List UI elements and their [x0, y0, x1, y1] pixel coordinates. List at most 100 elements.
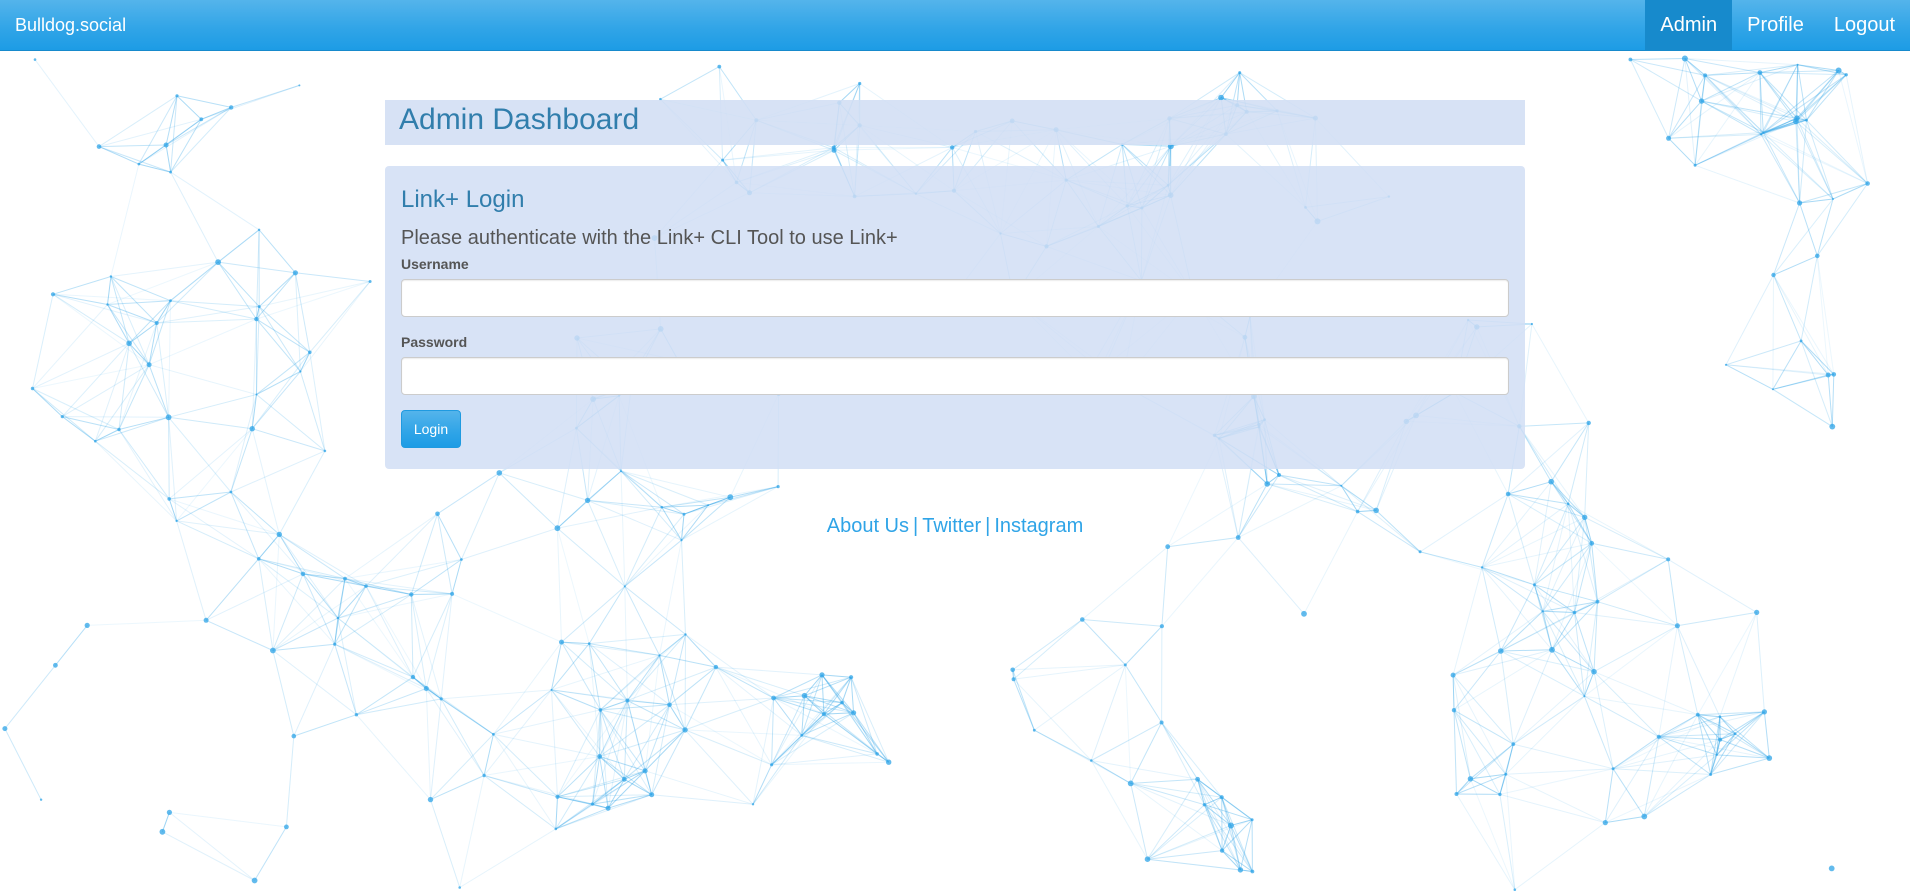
network-node: [439, 697, 443, 701]
network-node: [291, 733, 297, 739]
brand-link[interactable]: Bulldog.social: [15, 0, 126, 51]
network-edge: [168, 416, 253, 430]
network-node: [1237, 867, 1244, 873]
network-node: [1674, 623, 1680, 629]
network-edge: [272, 578, 346, 651]
network-node: [1548, 478, 1554, 485]
network-edge: [1124, 664, 1163, 723]
network-edge: [1505, 695, 1585, 775]
network-node: [94, 439, 97, 443]
network-edge: [1081, 546, 1169, 620]
network-node: [1451, 708, 1457, 713]
network-edge: [1593, 625, 1678, 673]
network-edge: [1799, 183, 1868, 204]
network-node: [1159, 720, 1164, 725]
network-node: [1583, 695, 1586, 698]
network-edge: [170, 171, 260, 231]
network-node: [555, 794, 560, 799]
network-node: [1771, 272, 1776, 278]
network-edge: [218, 261, 296, 274]
username-label: Username: [401, 256, 469, 272]
network-edge: [1452, 674, 1514, 745]
network-edge: [1795, 121, 1834, 200]
network-node: [1355, 509, 1360, 514]
network-edge: [1694, 164, 1800, 204]
network-edge: [1668, 72, 1761, 139]
network-edge: [295, 272, 371, 282]
network-node: [215, 259, 222, 265]
network-edge: [684, 729, 754, 805]
network-node: [249, 426, 255, 432]
login-button[interactable]: Login: [401, 410, 461, 448]
footer-link-twitter[interactable]: Twitter: [922, 515, 981, 537]
username-input[interactable]: [401, 279, 1509, 317]
network-edge: [1469, 778, 1516, 890]
network-node: [642, 768, 648, 774]
network-edge: [430, 698, 442, 800]
network-edge: [620, 470, 663, 508]
network-node: [1202, 803, 1207, 807]
network-node: [1080, 617, 1085, 622]
network-edge: [1161, 722, 1223, 798]
network-node: [1805, 118, 1808, 122]
network-edge: [1513, 695, 1585, 745]
footer-link-instagram[interactable]: Instagram: [994, 515, 1083, 537]
network-node: [336, 616, 340, 620]
network-node: [1709, 773, 1713, 776]
network-node: [256, 557, 261, 561]
network-node: [169, 170, 173, 174]
network-node: [167, 497, 171, 501]
network-node: [229, 490, 233, 494]
network-node: [1718, 737, 1723, 742]
network-edge: [1604, 768, 1614, 823]
network-edge: [1630, 58, 1685, 60]
network-edge: [1816, 198, 1834, 257]
network-node: [680, 539, 683, 542]
network-edge: [624, 586, 686, 635]
network-node: [717, 64, 722, 69]
network-node: [713, 664, 719, 670]
network-node: [550, 688, 553, 691]
network-edge: [32, 388, 96, 442]
footer-separator: |: [985, 515, 991, 537]
network-edge: [451, 593, 562, 643]
network-node: [1757, 70, 1763, 75]
network-node: [598, 708, 603, 712]
network-node: [1219, 795, 1224, 800]
network-edge: [1130, 778, 1198, 784]
network-edge: [1499, 768, 1614, 795]
network-node: [117, 427, 121, 432]
network-node: [1754, 609, 1760, 616]
network-node: [163, 142, 169, 148]
network-edge: [1082, 619, 1162, 627]
network-edge: [334, 644, 357, 715]
password-input[interactable]: [401, 357, 1509, 395]
network-node: [1793, 118, 1799, 125]
network-node: [458, 886, 462, 889]
nav-item-admin[interactable]: Admin: [1645, 0, 1733, 51]
network-edge: [1081, 619, 1126, 666]
network-edge: [1676, 625, 1699, 715]
network-edge: [659, 540, 682, 656]
network-node: [1480, 566, 1484, 569]
network-edge: [205, 534, 280, 621]
nav-item-profile[interactable]: Profile: [1732, 0, 1819, 51]
network-edge: [1481, 566, 1544, 612]
network-node: [126, 340, 132, 347]
network-node: [1693, 163, 1697, 167]
network-edge: [1090, 664, 1126, 761]
network-edge: [1124, 625, 1163, 666]
network-edge: [272, 650, 357, 716]
network-node: [482, 773, 486, 778]
footer-link-about-us[interactable]: About Us: [827, 515, 909, 537]
network-edge: [256, 318, 301, 372]
network-edge: [110, 261, 219, 277]
nav-item-logout[interactable]: Logout: [1819, 0, 1910, 51]
network-edge: [279, 533, 367, 587]
network-node: [1799, 339, 1803, 343]
network-node: [605, 805, 611, 811]
network-edge: [659, 654, 717, 668]
network-node: [1090, 759, 1093, 762]
network-edge: [1013, 678, 1092, 761]
network-node: [1759, 133, 1763, 136]
